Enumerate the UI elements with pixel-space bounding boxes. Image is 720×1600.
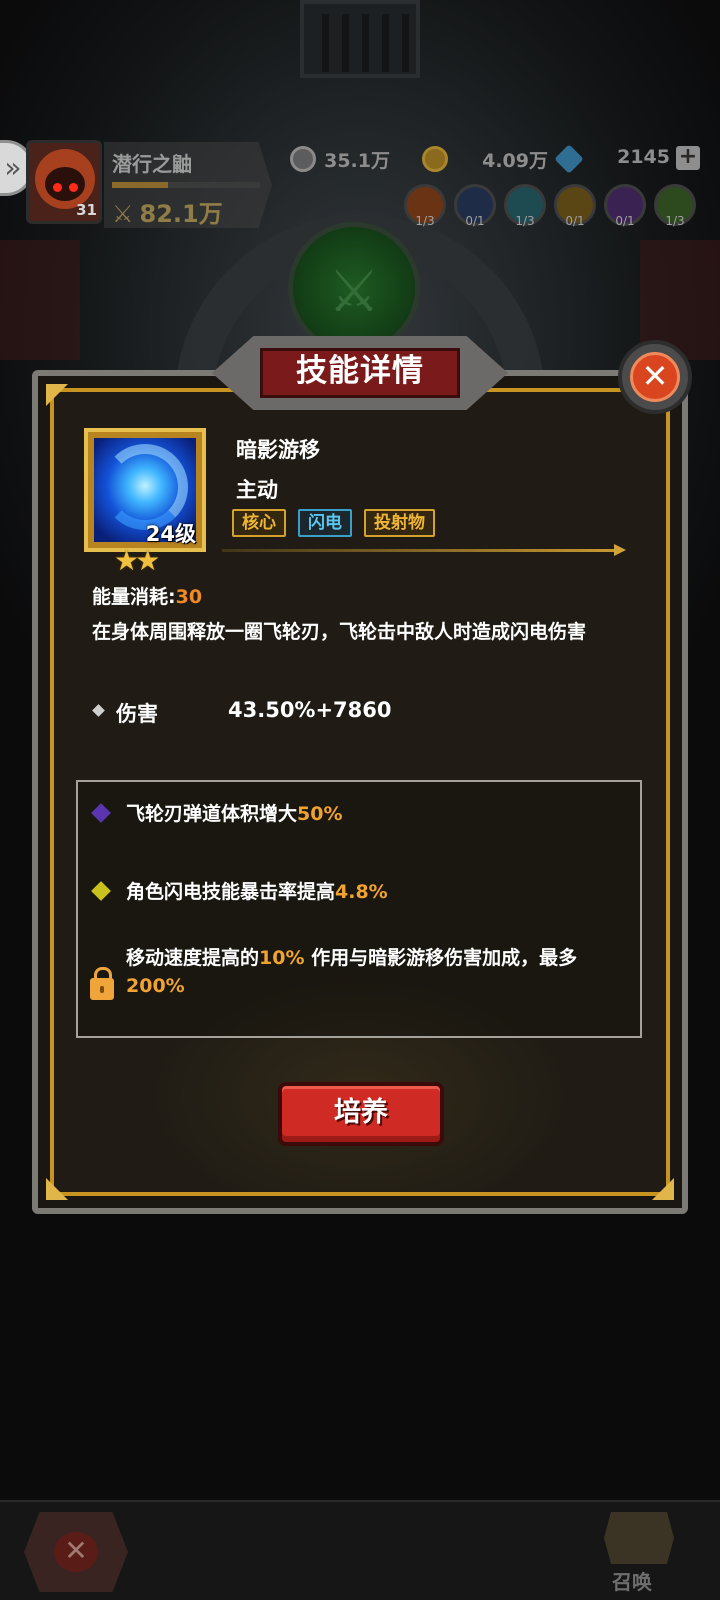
- element-nature[interactable]: 1/3: [654, 184, 696, 228]
- element-ice[interactable]: 1/3: [504, 184, 546, 228]
- add-diamond-button[interactable]: +: [676, 146, 700, 170]
- star-icon: ★: [114, 544, 139, 577]
- skill-description: 在身体周围释放一圈飞轮刃，飞轮击中敌人时造成闪电伤害: [92, 621, 587, 643]
- resource-diamond: 2145: [554, 144, 670, 174]
- summon-book-icon[interactable]: [604, 1512, 674, 1564]
- passive-item-1: 飞轮刃弹道体积增大50%: [126, 803, 343, 825]
- skill-stars: ★★: [114, 544, 160, 577]
- close-icon: ✕: [630, 352, 680, 402]
- crossed-swords-icon: ⚔: [112, 200, 134, 228]
- skill-icon-frame: 24级: [84, 428, 206, 552]
- tag-core: 核心: [232, 509, 286, 537]
- element-fire[interactable]: 1/3: [404, 184, 446, 228]
- star-icon: ★: [135, 544, 160, 577]
- element-gold[interactable]: 0/1: [554, 184, 596, 228]
- resource-gold: 4.09万: [422, 146, 548, 174]
- left-banner: [0, 240, 80, 360]
- summon-label[interactable]: 召唤: [612, 1566, 652, 1595]
- close-button[interactable]: ✕: [618, 340, 692, 414]
- player-name: 潜行之鼬: [112, 152, 192, 176]
- tag-lightning: 闪电: [298, 509, 352, 537]
- damage-value: 43.50%+7860: [228, 698, 392, 722]
- crossed-swords-icon: ✕: [54, 1532, 98, 1572]
- dialog-title-plate: 技能详情: [212, 330, 508, 416]
- element-dark[interactable]: 0/1: [454, 184, 496, 228]
- passive-item-2: 角色闪电技能暴击率提高4.8%: [126, 881, 388, 903]
- damage-label: 伤害: [116, 702, 158, 726]
- skill-type: 主动: [236, 478, 278, 502]
- cultivate-button[interactable]: 培养: [278, 1082, 444, 1146]
- passive-item-3-locked: 移动速度提高的10% 作用与暗影游移伤害加成，最多200%: [126, 947, 578, 997]
- skill-name: 暗影游移: [236, 438, 320, 462]
- combat-power: ⚔ 82.1万: [112, 200, 223, 228]
- dungeon-window: [300, 0, 420, 78]
- dialog-title: 技能详情: [296, 353, 424, 389]
- battle-nav-button[interactable]: ✕: [24, 1512, 128, 1592]
- experience-bar: [112, 182, 260, 188]
- tag-projectile: 投射物: [364, 509, 435, 537]
- element-shadow[interactable]: 0/1: [604, 184, 646, 228]
- energy-cost: 能量消耗:30: [92, 586, 203, 608]
- resource-soul: 35.1万: [290, 146, 390, 174]
- gold-coin-icon: [422, 146, 448, 172]
- soul-orb-icon: [290, 146, 316, 172]
- player-avatar[interactable]: 31: [26, 140, 102, 224]
- player-level: 31: [76, 201, 97, 219]
- diamond-icon: [554, 144, 584, 174]
- divider-arrow: [222, 544, 626, 556]
- lock-icon: [90, 967, 114, 1000]
